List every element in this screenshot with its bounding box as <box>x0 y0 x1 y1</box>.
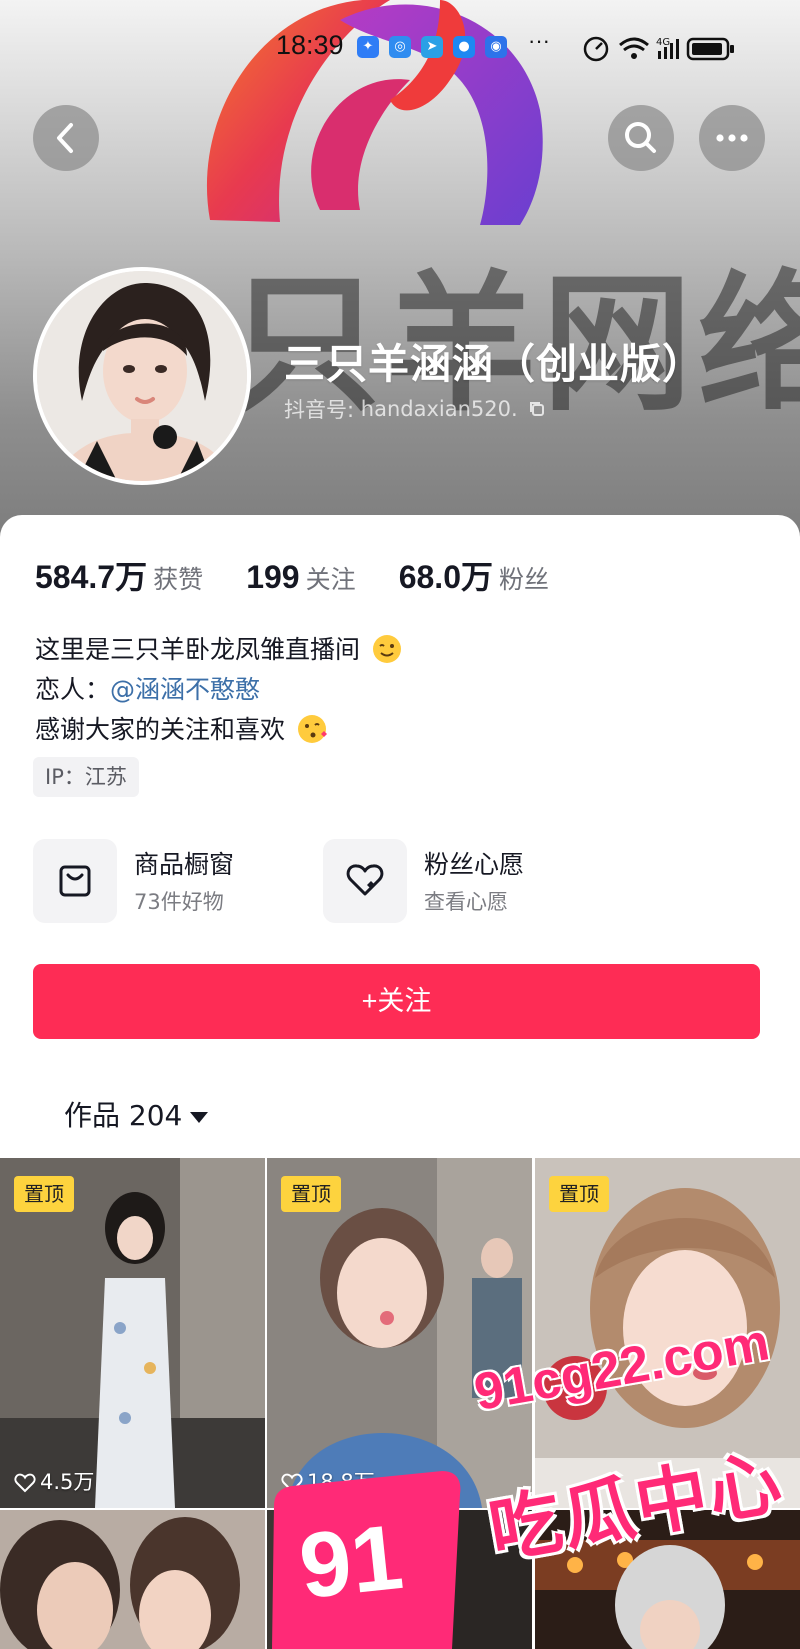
watermark-badge-number: 91 <box>294 1505 408 1619</box>
bio-line-text: 这里是三只羊卧龙凤雏直播间 <box>35 635 361 664</box>
stat-followers-label: 粉丝 <box>499 565 550 594</box>
chevron-left-icon <box>57 123 73 153</box>
bio-line: 恋人：@涵涵不憨憨 <box>35 670 402 710</box>
product-showcase-entry[interactable]: 商品橱窗 73件好物 <box>33 839 283 923</box>
follow-button[interactable]: +关注 <box>33 964 760 1039</box>
bio-line-text: 感谢大家的关注和喜欢 <box>35 715 286 744</box>
video-thumbnail[interactable]: 置顶 4.5万 <box>0 1158 265 1508</box>
stat-likes[interactable]: 584.7万 获赞 <box>35 552 203 598</box>
profile-id-value: handaxian520. <box>360 397 518 421</box>
app-notification-icon: ◎ <box>389 36 411 58</box>
video-thumbnail[interactable]: 置顶 18.8万 <box>267 1158 532 1508</box>
bio-line-text: 恋人： <box>35 675 111 704</box>
tab-works-label: 作品 204 <box>64 1099 183 1132</box>
dropdown-triangle-icon <box>190 1111 209 1123</box>
avatar-image <box>37 271 247 481</box>
feature-icon-box <box>33 839 117 923</box>
app-notification-icon: ✦ <box>357 36 379 58</box>
stat-following-value: 199 <box>246 559 300 595</box>
shopping-bag-icon <box>59 865 91 897</box>
pinned-badge: 置顶 <box>281 1176 341 1212</box>
feature-subtitle: 73件好物 <box>134 890 224 914</box>
feature-title: 粉丝心愿 <box>424 850 525 879</box>
pinned-badge: 置顶 <box>14 1176 74 1212</box>
more-options-button[interactable] <box>699 105 765 171</box>
telegram-icon: ➤ <box>421 36 443 58</box>
feature-subtitle: 查看心愿 <box>424 890 508 914</box>
ip-location-tag: IP：江苏 <box>33 757 139 797</box>
browser-icon: ◉ <box>485 36 507 58</box>
tab-works[interactable]: 作品 204 <box>64 1094 209 1134</box>
profile-bio: 这里是三只羊卧龙凤雏直播间 恋人：@涵涵不憨憨 感谢大家的关注和喜欢 <box>35 630 402 750</box>
stat-followers[interactable]: 68.0万 粉丝 <box>399 552 549 598</box>
copy-icon[interactable] <box>528 400 546 418</box>
video-likes: 4.5万 <box>14 1466 94 1496</box>
more-notifications-icon: ··· <box>528 28 550 53</box>
status-time: 18:39 <box>276 30 344 60</box>
bio-line: 感谢大家的关注和喜欢 <box>35 710 402 750</box>
feature-title: 商品橱窗 <box>134 850 235 879</box>
status-bar: 18:39 ✦ ◎ ➤ ● ◉ ··· 4G <box>0 0 800 95</box>
kiss-emoji-icon <box>297 714 327 744</box>
message-icon: ● <box>453 36 475 58</box>
wink-emoji-icon <box>372 634 402 664</box>
network-type: 4G <box>656 37 670 48</box>
mention-link[interactable]: @涵涵不憨憨 <box>110 675 260 704</box>
avatar[interactable] <box>33 267 251 485</box>
pinned-badge: 置顶 <box>549 1176 609 1212</box>
back-button[interactable] <box>33 105 99 171</box>
stat-likes-label: 获赞 <box>153 565 204 594</box>
fan-wishes-entry[interactable]: 粉丝心愿 查看心愿 <box>323 839 573 923</box>
heart-wish-icon <box>346 864 384 896</box>
stat-following-label: 关注 <box>305 565 356 594</box>
feature-icon-box <box>323 839 407 923</box>
search-button[interactable] <box>608 105 674 171</box>
bio-line: 这里是三只羊卧龙凤雏直播间 <box>35 630 402 670</box>
profile-stats: 584.7万 获赞 199 关注 68.0万 粉丝 <box>35 552 587 598</box>
profile-id: 抖音号: handaxian520. <box>284 394 546 424</box>
search-icon <box>625 122 656 153</box>
stat-followers-value: 68.0万 <box>398 559 493 595</box>
profile-id-label: 抖音号: <box>284 398 355 422</box>
stat-following[interactable]: 199 关注 <box>246 559 355 596</box>
profile-name: 三只羊涵涵（创业版） <box>284 340 704 388</box>
video-likes-count: 4.5万 <box>40 1470 95 1494</box>
video-thumbnail-image <box>0 1510 265 1649</box>
system-status-icons: 4G <box>583 36 734 62</box>
stat-likes-value: 584.7万 <box>35 559 148 595</box>
more-icon <box>716 134 748 142</box>
video-thumbnail[interactable] <box>0 1510 265 1649</box>
heart-outline-icon <box>14 1473 36 1493</box>
